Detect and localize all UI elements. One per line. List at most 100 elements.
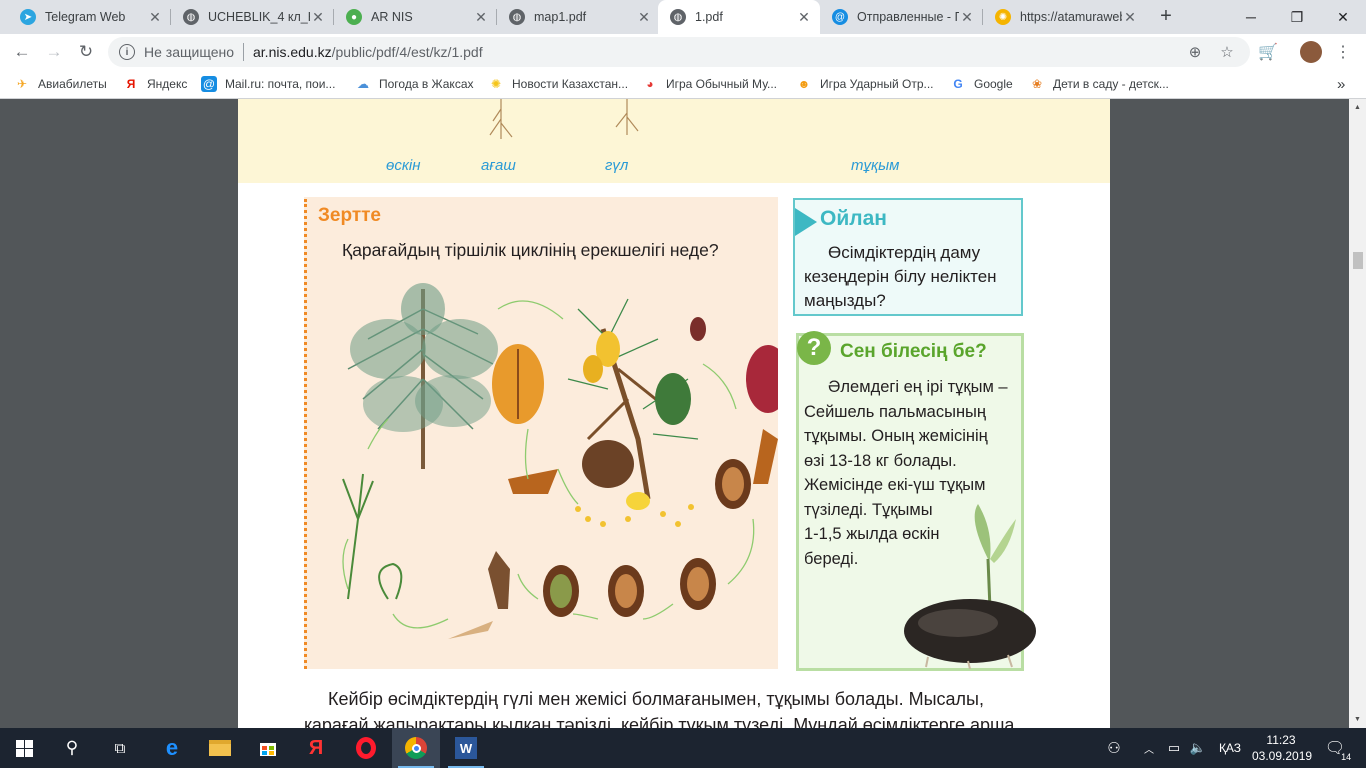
yandex-icon: Я [126,77,136,91]
minimize-button[interactable]: ─ [1228,0,1274,34]
cart-icon[interactable]: 🛒 [1255,39,1281,65]
bookmark-yandex[interactable]: Я Яндекс [123,70,188,98]
bookmark-label: Авиабилеты [38,77,107,91]
close-tab-icon[interactable]: ✕ [310,9,326,26]
close-window-button[interactable]: ✕ [1320,0,1366,34]
zoom-icon[interactable]: ⊕ [1182,37,1208,67]
more-bookmarks-button[interactable]: » [1337,70,1345,98]
tab-ucheblik[interactable]: ◍ UCHEBLIK_4 кл_КАЗ ✕ [171,0,334,34]
opera-icon[interactable] [342,728,390,768]
tab-1-pdf[interactable]: ◍ 1.pdf ✕ [658,0,820,34]
close-tab-icon[interactable]: ✕ [796,9,812,26]
bookmark-mail[interactable]: @ Mail.ru: почта, пои... [201,70,335,98]
task-view-icon[interactable]: ⧉ [96,728,144,768]
body-paragraph: Кейбір өсімдіктердің гүлі мен жемісі бол… [304,689,1020,728]
globe-icon: ◍ [509,9,525,25]
game2-icon: ☻ [797,77,811,91]
tab-title: AR NIS [371,10,413,24]
plane-icon: ✈ [16,77,28,91]
stage-label-flower: гүл [605,157,629,174]
forward-arrow-icon[interactable]: → [40,38,68,66]
atamura-icon: ✺ [995,9,1011,25]
bookmark-label: Погода в Жаксах [379,77,474,91]
tab-atamura[interactable]: ✺ https://atamuraweb ✕ [983,0,1146,34]
male-cone-icon [492,344,544,424]
menu-kebab-icon[interactable]: ⋮ [1330,39,1356,65]
question-mark-icon: ? [797,331,831,365]
bookmark-label: Игра Ударный Отр... [820,77,934,91]
telegram-icon: ➤ [20,9,36,25]
pollen-scale-icon [508,469,558,494]
globe-icon: ◍ [670,9,686,25]
notifications-icon[interactable]: 🗨 14 [1320,728,1352,768]
mail-ru-icon: @ [201,76,217,92]
scroll-thumb[interactable] [1353,252,1363,269]
chrome-icon[interactable] [392,728,440,768]
tab-telegram[interactable]: ➤ Telegram Web ✕ [8,0,171,34]
close-tab-icon[interactable]: ✕ [636,9,652,26]
search-icon[interactable]: ⚲ [48,728,96,768]
browser-toolbar: ← → ↻ i Не защищено ar.nis.edu.kz /publi… [0,34,1366,70]
news-icon: ✺ [490,77,502,91]
volume-icon[interactable]: 🔈 [1187,728,1209,768]
tab-title: UCHEBLIK_4 кл_КАЗ [208,10,310,24]
stage-label-tree: ағаш [481,157,516,174]
language-indicator[interactable]: ҚАЗ [1215,728,1245,768]
reload-icon[interactable]: ↻ [72,38,100,66]
game-icon: ◕ [646,77,654,91]
show-hidden-icons-icon[interactable]: ︿ [1139,728,1159,768]
scroll-up-icon[interactable]: ▲ [1349,99,1366,116]
kids-icon: ❀ [1031,77,1043,91]
think-title: Ойлан [820,207,887,230]
bookmark-label: Новости Казахстан... [512,77,629,91]
bookmark-label: Дети в саду - детск... [1053,77,1169,91]
tab-mail[interactable]: @ Отправленные - Почта ✕ [820,0,983,34]
new-tab-button[interactable]: + [1154,5,1178,29]
pdf-page: өскін ағаш гүл тұқым Зертте Қарағайдың т… [238,99,1110,728]
restore-button[interactable]: ❐ [1274,0,1320,34]
pdf-scrollbar[interactable]: ▲ ▼ [1349,99,1366,728]
edge-icon[interactable]: e [148,728,196,768]
windows-taskbar: ⚲ ⧉ e Я W ⚇ ︿ ▭ 🔈 ҚАЗ 11:23 03.09.2019 🗨… [0,728,1366,768]
url-path: /public/pdf/4/est/kz/1.pdf [331,44,483,60]
bookmark-star-icon[interactable]: ☆ [1214,37,1240,67]
close-tab-icon[interactable]: ✕ [473,9,489,26]
people-icon[interactable]: ⚇ [1102,728,1126,768]
windows-start-icon[interactable] [0,728,48,768]
tab-ar-nis[interactable]: ● AR NIS ✕ [334,0,497,34]
tab-title: Отправленные - Почта [857,10,959,24]
close-tab-icon[interactable]: ✕ [1122,9,1138,26]
bookmark-game2[interactable]: ☻ Игра Ударный Отр... [796,70,934,98]
info-icon[interactable]: i [119,44,135,60]
bookmark-google[interactable]: G Google [950,70,1012,98]
file-explorer-icon[interactable] [196,728,244,768]
stages-band: өскін ағаш гүл тұқым [238,99,1110,183]
battery-icon[interactable]: ▭ [1163,728,1185,768]
store-icon[interactable] [244,728,292,768]
stage-label-seed: тұқым [851,157,900,174]
tab-map1[interactable]: ◍ map1.pdf ✕ [497,0,660,34]
nis-icon: ● [346,9,362,25]
word-icon[interactable]: W [442,728,490,768]
scroll-down-icon[interactable]: ▼ [1349,711,1366,728]
play-triangle-icon [795,208,817,236]
bookmark-game1[interactable]: ◕ Игра Обычный Му... [642,70,777,98]
globe-icon: ◍ [183,9,199,25]
tab-title: map1.pdf [534,10,587,24]
address-bar[interactable]: i Не защищено ar.nis.edu.kz /public/pdf/… [108,37,1250,67]
seedling-icon [342,473,403,600]
profile-avatar-icon [1300,41,1322,63]
close-tab-icon[interactable]: ✕ [147,9,163,26]
bookmark-aviabilety[interactable]: ✈ Авиабилеты [14,70,107,98]
clock[interactable]: 11:23 03.09.2019 [1252,732,1312,764]
yandex-browser-icon[interactable]: Я [292,728,340,768]
bookmark-news[interactable]: ✺ Новости Казахстан... [488,70,628,98]
bookmark-weather[interactable]: ☁ Погода в Жаксах [355,70,474,98]
back-arrow-icon[interactable]: ← [8,38,36,66]
avatar[interactable] [1298,39,1324,65]
did-you-know-title: Сен білесің бе? [840,341,987,362]
bookmark-kids[interactable]: ❀ Дети в саду - детск... [1029,70,1169,98]
close-tab-icon[interactable]: ✕ [959,9,975,26]
research-title: Зертте [318,205,382,226]
pdf-viewer[interactable]: өскін ағаш гүл тұқым Зертте Қарағайдың т… [0,99,1349,728]
